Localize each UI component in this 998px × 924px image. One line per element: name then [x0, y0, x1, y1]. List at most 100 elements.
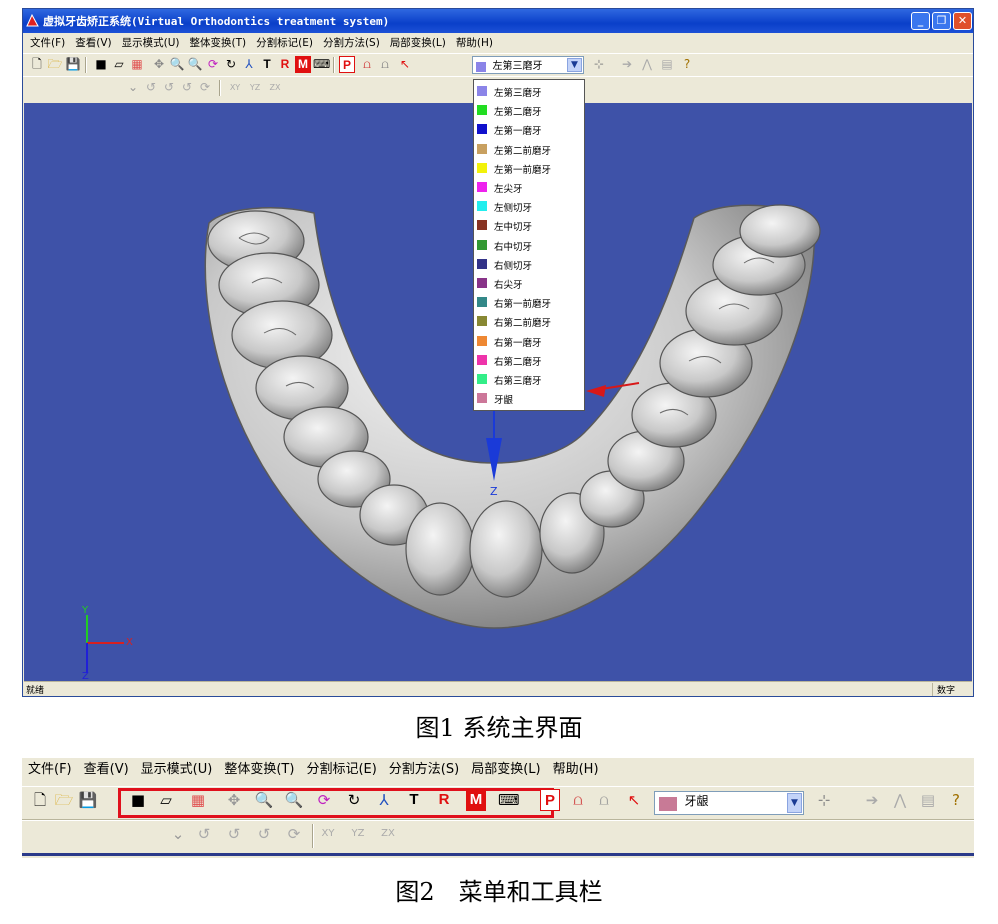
menu-help[interactable]: 帮助(H)	[547, 760, 605, 780]
menu-local-transform[interactable]: 局部变换(L)	[385, 35, 451, 51]
tooth-list-item[interactable]: 右第二磨牙	[474, 351, 582, 370]
rotate-x-icon[interactable]: ↺	[143, 79, 159, 96]
tooth-list-item[interactable]: 右第一前磨牙	[474, 293, 582, 312]
chevron-down-icon[interactable]: ▼	[787, 793, 802, 813]
tooth-dropdown-list[interactable]: 左第三磨牙 左第二磨牙 左第一磨牙 左第二前磨牙 左第一前磨牙 左尖牙 左侧切牙 左中切牙 右中…	[473, 79, 585, 411]
open-folder-icon[interactable]: 🗁	[47, 56, 63, 73]
translate-t-button[interactable]: T	[404, 789, 424, 811]
translate-zx-button[interactable]: ZX	[267, 79, 283, 96]
tooth-list-item[interactable]: 右中切牙	[474, 236, 582, 255]
axes-icon[interactable]: ⅄	[374, 789, 394, 811]
pan-icon[interactable]: ✥	[151, 56, 167, 73]
zoom-out-icon[interactable]: 🔍	[284, 789, 304, 811]
reset-icon[interactable]: ↖	[397, 56, 413, 73]
maximize-button[interactable]: ❐	[932, 12, 951, 30]
pick-p-button[interactable]: P	[339, 56, 355, 73]
translate-zx-button[interactable]: ZX	[378, 823, 398, 845]
tooth-list-item[interactable]: 右第一磨牙	[474, 332, 582, 351]
translate-xy-button[interactable]: XY	[318, 823, 338, 845]
wireframe-mode-icon[interactable]: ▱	[156, 789, 176, 811]
wireframe-mode-icon[interactable]: ▱	[111, 56, 127, 73]
tooth-list-item[interactable]: 左第二前磨牙	[474, 140, 582, 159]
save-icon[interactable]: 💾	[78, 789, 98, 811]
dropdown-arrow-icon[interactable]: ⌄	[168, 823, 188, 845]
separate-icon[interactable]: ⊹	[591, 56, 607, 73]
redo-mark-icon[interactable]: ⩍	[594, 789, 614, 811]
axes-icon[interactable]: ⅄	[241, 56, 257, 73]
open-folder-icon[interactable]: 🗁	[54, 789, 74, 811]
grid-icon[interactable]: ▤	[918, 789, 938, 811]
menu-view[interactable]: 查看(V)	[70, 35, 116, 51]
zoom-in-icon[interactable]: 🔍	[169, 56, 185, 73]
keyboard-icon[interactable]: ⌨	[498, 789, 520, 811]
menu-segment-method[interactable]: 分割方法(S)	[318, 35, 385, 51]
rotate-r-button[interactable]: R	[277, 56, 293, 73]
new-file-icon[interactable]: 🗋	[29, 56, 45, 73]
chevron-down-icon[interactable]: ▼	[567, 58, 582, 72]
points-mode-icon[interactable]: ▦	[129, 56, 145, 73]
split-icon[interactable]: ⋀	[639, 56, 655, 73]
tooth-list-item[interactable]: 左第二磨牙	[474, 101, 582, 120]
menu-view[interactable]: 查看(V)	[78, 760, 135, 780]
menu-help[interactable]: 帮助(H)	[451, 35, 498, 51]
tooth-list-item[interactable]: 右第三磨牙	[474, 370, 582, 389]
separate-icon[interactable]: ⊹	[814, 789, 834, 811]
rotate-y-icon[interactable]: ↺	[224, 823, 244, 845]
rotate-r-button[interactable]: R	[434, 789, 454, 811]
rotate-z-icon[interactable]: ↺	[179, 79, 195, 96]
tooth-list-item[interactable]: 右第二前磨牙	[474, 312, 582, 331]
tooth-list-item[interactable]: 右尖牙	[474, 274, 582, 293]
tooth-list-item[interactable]: 牙龈	[474, 389, 582, 408]
menu-file[interactable]: 文件(F)	[25, 35, 70, 51]
points-mode-icon[interactable]: ▦	[188, 789, 208, 811]
new-file-icon[interactable]: 🗋	[30, 789, 50, 811]
zoom-out-icon[interactable]: 🔍	[187, 56, 203, 73]
pan-icon[interactable]: ✥	[224, 789, 244, 811]
split-icon[interactable]: ⋀	[890, 789, 910, 811]
menu-segment-method[interactable]: 分割方法(S)	[383, 760, 465, 780]
gum-select[interactable]: 牙龈 ▼	[654, 791, 804, 815]
reset-icon[interactable]: ↖	[624, 789, 644, 811]
solid-mode-icon[interactable]: ■	[128, 789, 148, 811]
redo-mark-icon[interactable]: ⩍	[377, 56, 393, 73]
tooth-list-item[interactable]: 左第一前磨牙	[474, 159, 582, 178]
menu-global-transform[interactable]: 整体变换(T)	[218, 760, 300, 780]
tooth-list-item[interactable]: 左侧切牙	[474, 197, 582, 216]
tooth-select[interactable]: 左第三磨牙 ▼	[472, 56, 584, 74]
rotate-free-icon[interactable]: ⟳	[197, 79, 213, 96]
zoom-in-icon[interactable]: 🔍	[254, 789, 274, 811]
menu-display-mode[interactable]: 显示模式(U)	[135, 760, 219, 780]
rotate-icon[interactable]: ⟳	[314, 789, 334, 811]
rotate-y-icon[interactable]: ↺	[161, 79, 177, 96]
undo-mark-icon[interactable]: ⩍	[568, 789, 588, 811]
close-button[interactable]: ✕	[953, 12, 972, 30]
help-icon[interactable]: ?	[946, 789, 966, 811]
mirror-m-button[interactable]: M	[295, 56, 311, 73]
dropdown-arrow-icon[interactable]: ⌄	[125, 79, 141, 96]
undo-mark-icon[interactable]: ⩍	[359, 56, 375, 73]
tooth-list-item[interactable]: 左第三磨牙	[474, 82, 582, 101]
rotate-z-icon[interactable]: ↺	[254, 823, 274, 845]
rotate-free-icon[interactable]: ⟳	[284, 823, 304, 845]
tooth-list-item[interactable]: 左尖牙	[474, 178, 582, 197]
mirror-m-button[interactable]: M	[466, 789, 486, 811]
menu-display-mode[interactable]: 显示模式(U)	[117, 35, 185, 51]
move-arrow-icon[interactable]: ➔	[862, 789, 882, 811]
keyboard-icon[interactable]: ⌨	[313, 56, 330, 73]
solid-mode-icon[interactable]: ■	[93, 56, 109, 73]
menu-segment-mark[interactable]: 分割标记(E)	[300, 760, 382, 780]
help-icon[interactable]: ?	[679, 56, 695, 73]
translate-yz-button[interactable]: YZ	[247, 79, 263, 96]
menu-segment-mark[interactable]: 分割标记(E)	[251, 35, 318, 51]
tooth-list-item[interactable]: 右侧切牙	[474, 255, 582, 274]
tooth-list-item[interactable]: 左中切牙	[474, 216, 582, 235]
menu-global-transform[interactable]: 整体变换(T)	[185, 35, 252, 51]
menu-file[interactable]: 文件(F)	[22, 760, 78, 780]
menu-local-transform[interactable]: 局部变换(L)	[465, 760, 546, 780]
minimize-button[interactable]: _	[911, 12, 930, 30]
save-icon[interactable]: 💾	[65, 56, 81, 73]
grid-icon[interactable]: ▤	[659, 56, 675, 73]
move-arrow-icon[interactable]: ➔	[619, 56, 635, 73]
rotate-x-icon[interactable]: ↺	[194, 823, 214, 845]
tooth-list-item[interactable]: 左第一磨牙	[474, 120, 582, 139]
